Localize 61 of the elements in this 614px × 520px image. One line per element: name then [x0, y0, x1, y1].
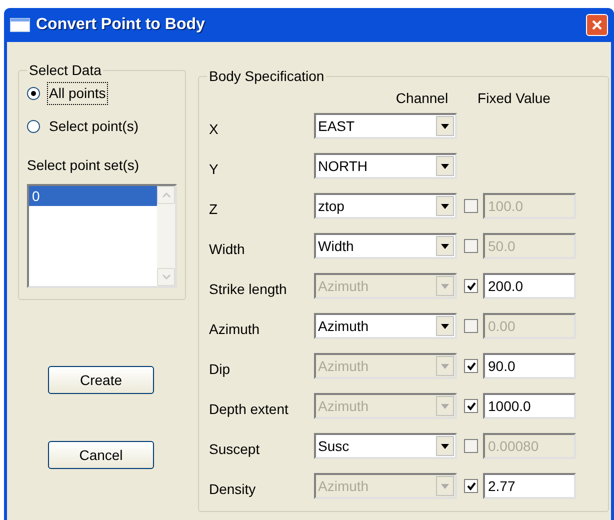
field-label: Z	[209, 200, 219, 218]
radio-button[interactable]	[27, 120, 40, 133]
close-icon	[591, 19, 603, 31]
dialog-button[interactable]: Create	[48, 366, 154, 394]
field-label: Y	[209, 160, 220, 178]
value-field[interactable]: 200.0	[483, 273, 576, 299]
field-label: Depth extent	[209, 400, 290, 419]
checkbox[interactable]	[464, 319, 478, 333]
value-field[interactable]: 2.77	[483, 473, 576, 499]
checkbox[interactable]	[464, 359, 478, 373]
channel-dropdown[interactable]: EAST	[314, 113, 457, 139]
value-field[interactable]: 1000.0	[483, 393, 576, 419]
window-title: Convert Point to Body	[36, 15, 205, 35]
dropdown-arrow-icon	[441, 404, 449, 408]
dropdown-arrow-icon	[441, 124, 449, 128]
radio-label[interactable]: All points	[48, 83, 107, 104]
window-icon	[10, 18, 30, 32]
close-button[interactable]	[586, 14, 608, 36]
field-label: X	[209, 120, 220, 138]
field-label: Dip	[209, 360, 232, 379]
dialog-button[interactable]: Cancel	[48, 441, 154, 469]
checkbox[interactable]	[464, 399, 478, 413]
channel-dropdown[interactable]: Width	[314, 233, 457, 259]
list-item[interactable]: 0	[29, 186, 157, 206]
checkbox[interactable]	[464, 199, 478, 213]
check-icon	[466, 362, 476, 370]
check-icon	[466, 482, 476, 490]
chevron-down-icon	[162, 274, 170, 280]
column-header: Channel	[394, 88, 450, 108]
chevron-up-icon	[162, 192, 170, 198]
radio-button[interactable]	[27, 87, 40, 100]
dropdown-arrow-icon	[441, 164, 449, 168]
channel-dropdown[interactable]: NORTH	[314, 153, 457, 179]
checkbox[interactable]	[464, 279, 478, 293]
checkbox[interactable]	[464, 239, 478, 253]
check-icon	[466, 402, 476, 410]
check-icon	[466, 282, 476, 290]
dropdown-arrow-icon	[441, 284, 449, 288]
point-set-list[interactable]: 0	[27, 184, 177, 288]
dropdown-arrow-icon	[441, 364, 449, 368]
group-title: Body Specification	[208, 67, 326, 86]
dropdown-arrow-icon	[441, 484, 449, 488]
dropdown-arrow-icon	[441, 244, 449, 248]
group-title: Select Data	[28, 61, 102, 80]
value-field[interactable]: 90.0	[483, 353, 576, 379]
dropdown-arrow-icon	[441, 324, 449, 328]
field-label: Strike length	[209, 280, 288, 299]
checkbox[interactable]	[464, 439, 478, 453]
radio-label[interactable]: Select point(s)	[48, 116, 140, 137]
field-label: Azimuth	[209, 320, 261, 338]
dropdown-arrow-icon	[441, 444, 449, 448]
field-label: Suscept	[209, 440, 261, 459]
field-label: Width	[209, 240, 246, 258]
checkbox[interactable]	[464, 479, 478, 493]
column-header: Fixed Value	[476, 88, 552, 108]
field-label: Select point set(s)	[27, 156, 140, 175]
channel-dropdown[interactable]: ztop	[314, 193, 457, 219]
channel-dropdown[interactable]: Azimuth	[314, 313, 457, 339]
channel-dropdown[interactable]: Susc	[314, 433, 457, 459]
dropdown-arrow-icon	[441, 204, 449, 208]
field-label: Density	[209, 480, 257, 499]
